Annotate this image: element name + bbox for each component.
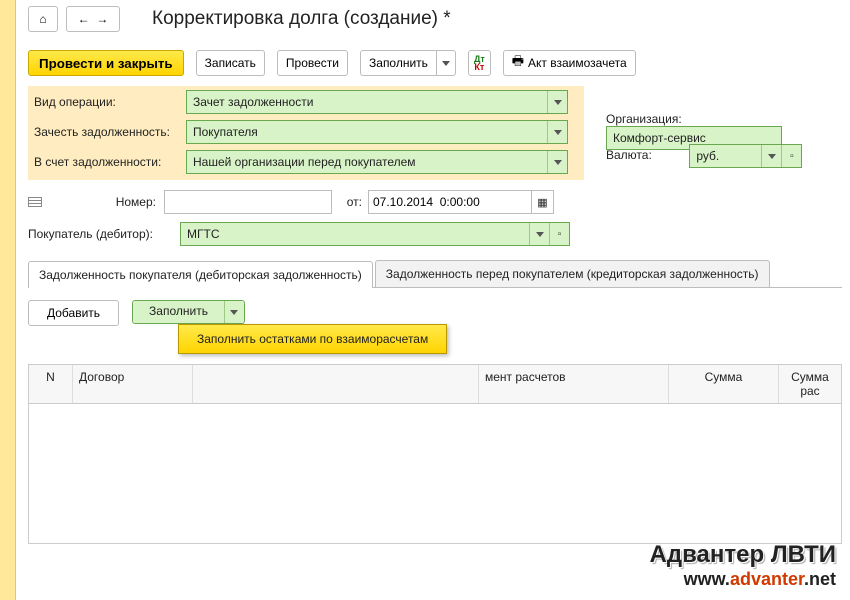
arrow-left-icon: ← (78, 12, 90, 26)
calendar-button[interactable]: ▦ (532, 190, 554, 214)
col-docsettle: мент расчетов (479, 365, 669, 403)
arrow-right-icon: → (96, 12, 108, 26)
from-label: от: (332, 195, 368, 209)
act-button[interactable]: 🖶 Акт взаимозачета (503, 50, 636, 76)
fill-split-button[interactable]: Заполнить (360, 50, 456, 76)
col-sum: Сумма (669, 365, 779, 403)
fill-menu-item[interactable]: Заполнить остатками по взаиморасчетам (178, 324, 447, 354)
chevron-down-icon (768, 154, 776, 159)
chevron-down-icon (536, 232, 544, 237)
home-button[interactable]: ⌂ (28, 6, 58, 32)
offset-select[interactable]: Покупателя (186, 120, 568, 144)
currency-value: руб. (690, 145, 761, 167)
add-row-button[interactable]: Добавить (28, 300, 119, 326)
number-label: Номер: (54, 195, 164, 209)
currency-open-button[interactable]: ▫ (781, 145, 801, 167)
against-dropdown[interactable] (547, 151, 567, 173)
dtkt-icon: ДтКт (474, 55, 485, 71)
col-contract: Договор (73, 365, 193, 403)
offset-dropdown[interactable] (547, 121, 567, 143)
watermark-domain: advanter (730, 569, 804, 589)
watermark-line1: Адвантер ЛВТИ (650, 541, 836, 569)
watermark-tld: .net (804, 569, 836, 589)
tab-fill-arrow[interactable] (224, 301, 244, 323)
post-and-close-button[interactable]: Провести и закрыть (28, 50, 184, 76)
watermark: Адвантер ЛВТИ www.advanter.net (650, 541, 836, 590)
op-type-dropdown[interactable] (547, 91, 567, 113)
currency-dropdown[interactable] (761, 145, 781, 167)
op-type-label: Вид операции: (34, 95, 186, 109)
dtkt-button[interactable]: ДтКт (468, 50, 491, 76)
act-button-label: Акт взаимозачета (528, 56, 627, 70)
chevron-down-icon (554, 100, 562, 105)
currency-select[interactable]: руб. ▫ (689, 144, 802, 168)
offset-value: Покупателя (187, 121, 547, 143)
col-sumsettle: Сумма рас (779, 365, 841, 403)
buyer-dropdown[interactable] (529, 223, 549, 245)
grid-body[interactable] (28, 404, 842, 544)
buyer-label: Покупатель (дебитор): (28, 227, 180, 241)
op-type-select[interactable]: Зачет задолженности (186, 90, 568, 114)
calendar-icon: ▦ (537, 196, 547, 209)
offset-label: Зачесть задолженность: (34, 125, 186, 139)
fill-button-arrow[interactable] (436, 50, 456, 76)
currency-label: Валюта: (606, 148, 686, 162)
write-button[interactable]: Записать (196, 50, 265, 76)
open-icon: ▫ (790, 151, 794, 162)
buyer-select[interactable]: МГТС ▫ (180, 222, 570, 246)
tab-fill-label: Заполнить (133, 301, 224, 323)
nav-back-forward[interactable]: ← → (66, 6, 120, 32)
date-field[interactable]: ▦ (368, 190, 554, 214)
grid-header: N Договор мент расчетов Сумма Сумма рас (28, 364, 842, 404)
col-hidden (193, 365, 479, 403)
post-button[interactable]: Провести (277, 50, 348, 76)
document-icon (28, 197, 42, 207)
home-icon: ⌂ (39, 12, 46, 26)
against-select[interactable]: Нашей организации перед покупателем (186, 150, 568, 174)
col-n: N (29, 365, 73, 403)
chevron-down-icon (442, 61, 450, 66)
left-edge (0, 0, 16, 600)
highlighted-fields: Вид операции: Зачет задолженности Зачест… (28, 86, 584, 180)
buyer-open-button[interactable]: ▫ (549, 223, 569, 245)
date-input[interactable] (368, 190, 532, 214)
chevron-down-icon (554, 160, 562, 165)
print-icon: 🖶 (512, 52, 524, 74)
page-title: Корректировка долга (создание) * (152, 8, 451, 30)
watermark-www: www. (684, 569, 730, 589)
chevron-down-icon (230, 310, 238, 315)
against-value: Нашей организации перед покупателем (187, 151, 547, 173)
fill-button-main[interactable]: Заполнить (360, 50, 436, 76)
open-icon: ▫ (558, 229, 562, 240)
tab-debit[interactable]: Задолженность покупателя (дебиторская за… (28, 261, 373, 288)
against-label: В счет задолженности: (34, 155, 186, 169)
tab-fill-button[interactable]: Заполнить (132, 300, 245, 324)
buyer-value: МГТС (181, 223, 529, 245)
op-type-value: Зачет задолженности (187, 91, 547, 113)
chevron-down-icon (554, 130, 562, 135)
number-input[interactable] (164, 190, 332, 214)
tab-credit[interactable]: Задолженность перед покупателем (кредито… (375, 260, 770, 287)
org-label: Организация: (606, 112, 686, 126)
